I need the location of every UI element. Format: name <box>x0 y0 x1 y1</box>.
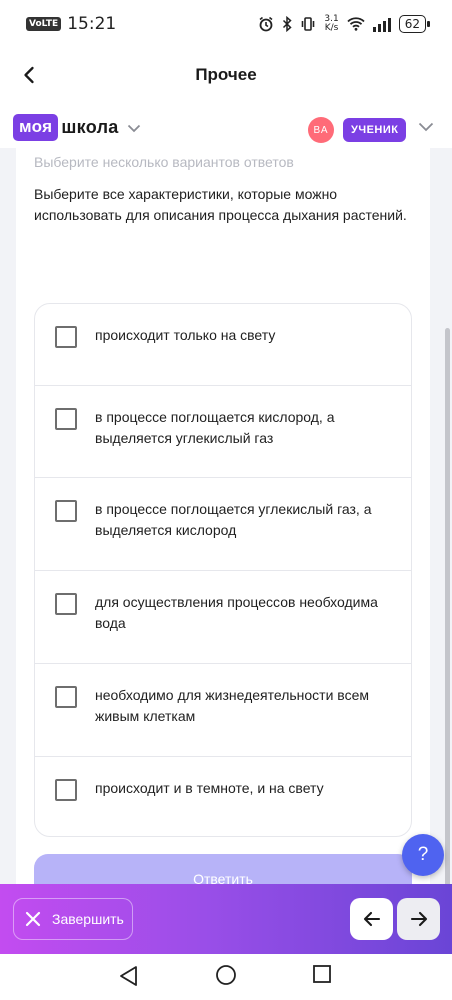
page-title: Прочее <box>195 65 257 84</box>
answer-option-label: необходимо для жизнедеятельности всем жи… <box>95 687 369 724</box>
signal-icon <box>372 16 391 32</box>
finish-button[interactable]: Завершить <box>13 898 133 940</box>
help-button[interactable]: ? <box>402 834 444 876</box>
checkbox[interactable] <box>55 326 77 348</box>
school-bar: моя школа ВА УЧЕНИК <box>0 104 452 148</box>
logo-shkola: школа <box>61 116 119 137</box>
alarm-icon <box>259 16 273 32</box>
task-question: Выберите все характеристики, которые мож… <box>34 186 407 223</box>
net-speed: 3.1 K/s <box>324 15 338 33</box>
status-time: 15:21 <box>67 14 117 34</box>
avatar[interactable]: ВА <box>308 117 334 143</box>
net-speed-unit: K/s <box>324 23 339 33</box>
answer-option[interactable]: необходимо для жизнедеятельности всем жи… <box>35 664 411 757</box>
previous-question-button[interactable] <box>350 898 393 940</box>
answer-option[interactable]: происходит и в темноте, и на свету <box>35 757 411 836</box>
wifi-icon <box>347 17 365 31</box>
checkbox[interactable] <box>55 593 77 615</box>
volte-icon: VoLTE <box>26 17 62 31</box>
scrollbar[interactable] <box>445 328 450 888</box>
chevron-down-icon <box>127 124 140 133</box>
answer-option-label: в процессе поглощается углекислый газ, а… <box>95 501 372 538</box>
vibrate-icon <box>302 17 315 31</box>
status-icons: 3.1 K/s 62 <box>258 15 431 33</box>
answer-option[interactable]: происходит только на свету <box>35 304 411 386</box>
task-hint: Выберите несколько вариантов ответов <box>34 154 294 170</box>
arrow-right-icon <box>410 911 427 927</box>
arrow-left-icon <box>363 911 380 927</box>
task-card: Выберите несколько вариантов ответов Выб… <box>16 148 430 888</box>
bottom-action-bar: Завершить <box>0 884 452 954</box>
finish-button-label: Завершить <box>52 911 124 927</box>
checkbox[interactable] <box>55 686 77 708</box>
checkbox[interactable] <box>55 500 77 522</box>
answer-option[interactable]: в процессе поглощается углекислый газ, а… <box>35 478 411 571</box>
answer-option[interactable]: для осуществления процессов необходима в… <box>35 571 411 664</box>
system-navigation-bar <box>0 954 452 1000</box>
chevron-down-icon[interactable] <box>418 122 434 132</box>
system-back-icon[interactable] <box>118 964 140 988</box>
status-bar: VoLTE 15:21 3.1 K/s 62 <box>0 0 452 48</box>
bluetooth-icon <box>283 16 292 32</box>
checkbox[interactable] <box>55 779 77 801</box>
answer-button[interactable]: Ответить <box>34 854 412 888</box>
system-recents-icon[interactable] <box>312 964 332 984</box>
battery-icon: 62 <box>398 15 431 33</box>
checkbox[interactable] <box>55 408 77 430</box>
answer-options: происходит только на свету в процессе по… <box>34 303 412 837</box>
answer-option-label: для осуществления процессов необходима в… <box>95 594 378 631</box>
answer-option[interactable]: в процессе поглощается кислород, а выдел… <box>35 386 411 478</box>
next-question-button[interactable] <box>397 898 440 940</box>
content-area: Выберите несколько вариантов ответов Выб… <box>0 148 452 888</box>
answer-option-label: происходит только на свету <box>95 327 276 343</box>
battery-level: 62 <box>404 17 420 31</box>
role-badge[interactable]: УЧЕНИК <box>343 118 407 142</box>
logo-moya: моя <box>13 113 59 141</box>
system-home-icon[interactable] <box>215 964 237 986</box>
close-icon <box>25 911 41 927</box>
app-header: Прочее <box>0 48 452 104</box>
answer-option-label: происходит и в темноте, и на свету <box>95 780 324 796</box>
answer-option-label: в процессе поглощается кислород, а выдел… <box>95 409 335 446</box>
moya-shkola-logo[interactable]: моя школа <box>13 113 141 141</box>
